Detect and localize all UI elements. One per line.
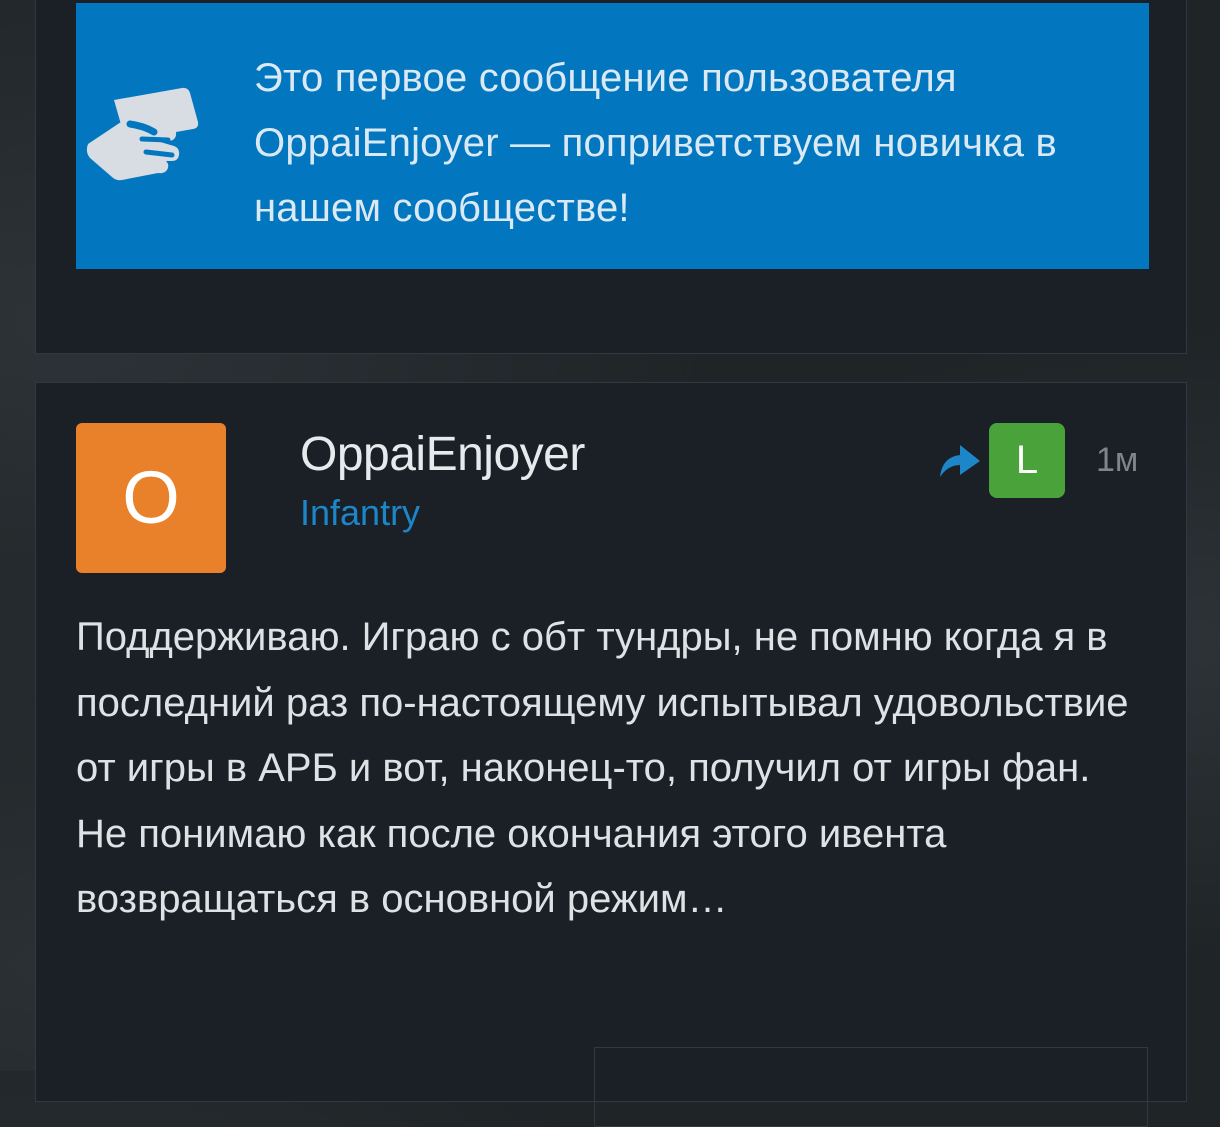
reply-arrow-icon[interactable] (936, 441, 982, 481)
first-post-welcome-banner: Это первое сообщение пользователя OppaiE… (76, 3, 1149, 269)
reaction-bar[interactable] (594, 1047, 1148, 1127)
handshake-icon (86, 87, 199, 181)
post-card: O OppaiEnjoyer Infantry L 1м Поддерживаю… (35, 382, 1187, 1127)
language-badge[interactable]: L (989, 423, 1065, 498)
author-rank: Infantry (300, 492, 421, 533)
welcome-banner-text: Это первое сообщение пользователя OppaiE… (254, 56, 1057, 230)
author-name-link[interactable]: OppaiEnjoyer (300, 425, 585, 485)
post-body-text: Поддерживаю. Играю с обт тундры, не помн… (76, 615, 1129, 921)
post-timestamp[interactable]: 1м (1096, 439, 1138, 481)
author-avatar[interactable]: O (76, 423, 226, 573)
